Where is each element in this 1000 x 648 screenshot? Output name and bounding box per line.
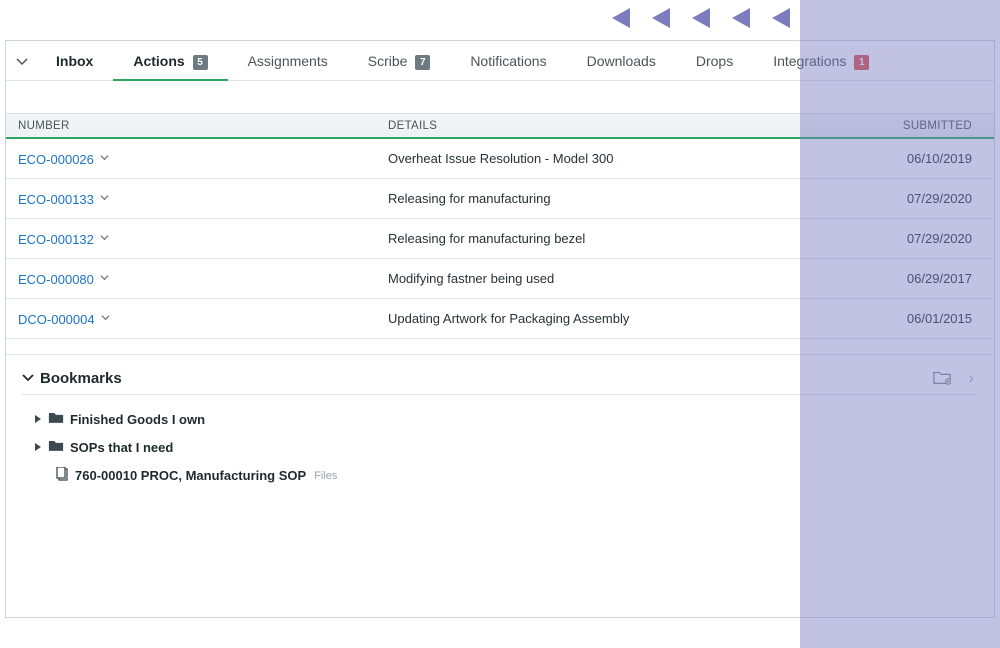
- folder-icon: [48, 411, 64, 427]
- tab-scribe[interactable]: Scribe 7: [348, 41, 451, 81]
- tab-drops[interactable]: Drops: [676, 41, 753, 81]
- record-submitted: 06/10/2019: [907, 151, 972, 166]
- bookmark-document[interactable]: 760-00010 PROC, Manufacturing SOP Files: [34, 461, 978, 490]
- arrow-left-icon: [612, 8, 630, 28]
- chevron-down-icon[interactable]: [100, 270, 109, 285]
- table-body: ECO-000026 Overheat Issue Resolution - Mo…: [6, 139, 994, 339]
- tab-integrations[interactable]: Integrations 1: [753, 41, 889, 81]
- record-submitted: 07/29/2020: [907, 191, 972, 206]
- chevron-down-icon[interactable]: [100, 150, 109, 165]
- record-details: Modifying fastner being used: [388, 271, 554, 286]
- bookmark-suffix: Files: [314, 470, 337, 482]
- record-link[interactable]: DCO-000004: [18, 312, 95, 327]
- actions-table: NUMBER DETAILS SUBMITTED ECO-000026 Overh…: [6, 113, 994, 355]
- table-row: ECO-000026 Overheat Issue Resolution - Mo…: [6, 139, 994, 179]
- table-row: DCO-000004 Updating Artwork for Packaging…: [6, 299, 994, 339]
- table-row: ECO-000080 Modifying fastner being used 06…: [6, 259, 994, 299]
- bookmarks-header: Bookmarks ›: [22, 369, 978, 395]
- record-link[interactable]: ECO-000133: [18, 192, 94, 207]
- tab-integrations-label: Integrations: [773, 53, 846, 69]
- col-header-submitted[interactable]: SUBMITTED: [872, 120, 982, 132]
- chevron-right-icon[interactable]: ›: [965, 370, 978, 388]
- arrow-left-icon: [652, 8, 670, 28]
- record-details: Releasing for manufacturing: [388, 191, 551, 206]
- record-details: Overheat Issue Resolution - Model 300: [388, 151, 613, 166]
- record-details: Updating Artwork for Packaging Assembly: [388, 311, 629, 326]
- col-header-number[interactable]: NUMBER: [18, 120, 388, 132]
- record-link[interactable]: ECO-000080: [18, 272, 94, 287]
- chevron-down-icon[interactable]: [22, 370, 34, 387]
- chevron-down-icon[interactable]: [100, 230, 109, 245]
- col-header-details[interactable]: DETAILS: [388, 120, 872, 132]
- caret-right-icon: [34, 412, 42, 427]
- animation-arrows: [0, 8, 1000, 28]
- scribe-badge: 7: [415, 55, 430, 70]
- tab-actions-label: Actions: [133, 53, 184, 69]
- bookmark-label: 760-00010 PROC, Manufacturing SOP: [75, 468, 306, 483]
- table-row: ECO-000133 Releasing for manufacturing 07/…: [6, 179, 994, 219]
- main-panel: Inbox Actions 5 Assignments Scribe 7 Not…: [5, 40, 995, 618]
- tab-inbox[interactable]: Inbox: [36, 41, 113, 81]
- record-submitted: 07/29/2020: [907, 231, 972, 246]
- chevron-down-icon[interactable]: [100, 190, 109, 205]
- record-submitted: 06/29/2017: [907, 271, 972, 286]
- tab-bar: Inbox Actions 5 Assignments Scribe 7 Not…: [6, 41, 994, 81]
- bookmark-label: Finished Goods I own: [70, 412, 205, 427]
- folder-icon: [48, 439, 64, 455]
- table-header-row: NUMBER DETAILS SUBMITTED: [6, 113, 994, 139]
- arrow-left-icon: [692, 8, 710, 28]
- bookmarks-list: Finished Goods I own SOPs that I need 760-…: [22, 395, 978, 490]
- bookmark-folder[interactable]: Finished Goods I own: [34, 405, 978, 433]
- bookmarks-section: Bookmarks › Finished Goods I own SOPs tha…: [6, 355, 994, 490]
- record-details: Releasing for manufacturing bezel: [388, 231, 585, 246]
- table-row: ECO-000132 Releasing for manufacturing be…: [6, 219, 994, 259]
- tab-downloads[interactable]: Downloads: [567, 41, 676, 81]
- document-icon: [56, 467, 69, 484]
- chevron-down-icon[interactable]: [101, 310, 110, 325]
- bookmark-label: SOPs that I need: [70, 440, 173, 455]
- bookmark-folder[interactable]: SOPs that I need: [34, 433, 978, 461]
- actions-badge: 5: [193, 55, 208, 70]
- arrow-left-icon: [732, 8, 750, 28]
- record-link[interactable]: ECO-000132: [18, 232, 94, 247]
- tab-notifications[interactable]: Notifications: [450, 41, 566, 81]
- tab-scribe-label: Scribe: [368, 53, 408, 69]
- table-spacer: [6, 339, 994, 355]
- bookmarks-title: Bookmarks: [40, 370, 122, 387]
- record-link[interactable]: ECO-000026: [18, 152, 94, 167]
- collapse-icon[interactable]: [14, 55, 30, 67]
- tab-assignments[interactable]: Assignments: [228, 41, 348, 81]
- tab-actions[interactable]: Actions 5: [113, 41, 227, 81]
- arrow-left-icon: [772, 8, 790, 28]
- new-folder-icon[interactable]: [933, 369, 951, 388]
- caret-right-icon: [34, 440, 42, 455]
- record-submitted: 06/01/2015: [907, 311, 972, 326]
- integrations-badge: 1: [854, 55, 869, 70]
